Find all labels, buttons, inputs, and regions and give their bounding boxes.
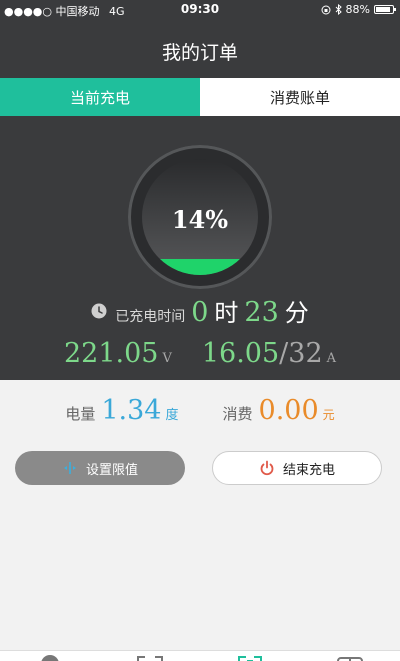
current-separator: / xyxy=(279,338,289,369)
current-value: 16.05 xyxy=(201,338,280,369)
battery-fill xyxy=(376,7,390,12)
tab-bar: 当前充电 消费账单 xyxy=(0,78,400,116)
gauge-inner: 14% xyxy=(142,159,258,275)
current-max: 32 xyxy=(288,338,323,369)
bottom-tab-bar xyxy=(0,650,400,661)
meter-row: 221.05 V 16.05 / 32 A xyxy=(0,338,400,369)
voltage-value: 221.05 xyxy=(63,338,159,369)
set-limit-button[interactable]: 设置限值 xyxy=(15,451,185,485)
cost-label: 消费 xyxy=(222,405,253,423)
charge-minutes: 23 xyxy=(244,297,279,328)
tab-consumption-bill[interactable]: 消费账单 xyxy=(200,78,400,116)
page-title: 我的订单 xyxy=(161,42,238,64)
battery-percent: 88% xyxy=(345,3,370,16)
end-charging-label: 结束充电 xyxy=(282,462,335,478)
energy-row: 电量 1.34 度 消费 0.00 元 xyxy=(0,395,400,426)
charge-hours: 0 xyxy=(191,297,209,328)
energy-label: 电量 xyxy=(65,405,96,423)
status-bar: ●●●●○ 中国移动 4G 09:30 88% xyxy=(0,0,400,20)
charge-gauge: 14% xyxy=(128,145,272,289)
energy-value: 1.34 xyxy=(101,395,162,426)
energy-unit: 度 xyxy=(165,408,179,423)
current-unit: A xyxy=(326,351,337,366)
lock-rotation-icon xyxy=(321,5,331,14)
status-right: 88% xyxy=(321,3,396,16)
clock-icon xyxy=(91,303,107,318)
charge-time-label: 已充电时间 xyxy=(115,309,186,325)
set-limit-label: 设置限值 xyxy=(85,462,138,478)
cost-unit: 元 xyxy=(322,408,335,422)
limit-slider-icon xyxy=(63,462,76,474)
charge-time-row: 已充电时间 0 时 23 分 xyxy=(0,293,400,328)
minutes-unit: 分 xyxy=(284,299,309,327)
bluetooth-icon xyxy=(335,4,342,15)
tab-current-charging[interactable]: 当前充电 xyxy=(0,78,200,116)
cost-value: 0.00 xyxy=(258,395,319,426)
hours-unit: 时 xyxy=(214,299,239,327)
battery-icon xyxy=(374,5,396,14)
voltage-unit: V xyxy=(162,351,172,366)
power-icon xyxy=(260,460,274,476)
charge-percent: 14% xyxy=(171,205,229,234)
end-charging-button[interactable]: 结束充电 xyxy=(212,451,382,485)
gauge-level-fill xyxy=(142,258,258,275)
